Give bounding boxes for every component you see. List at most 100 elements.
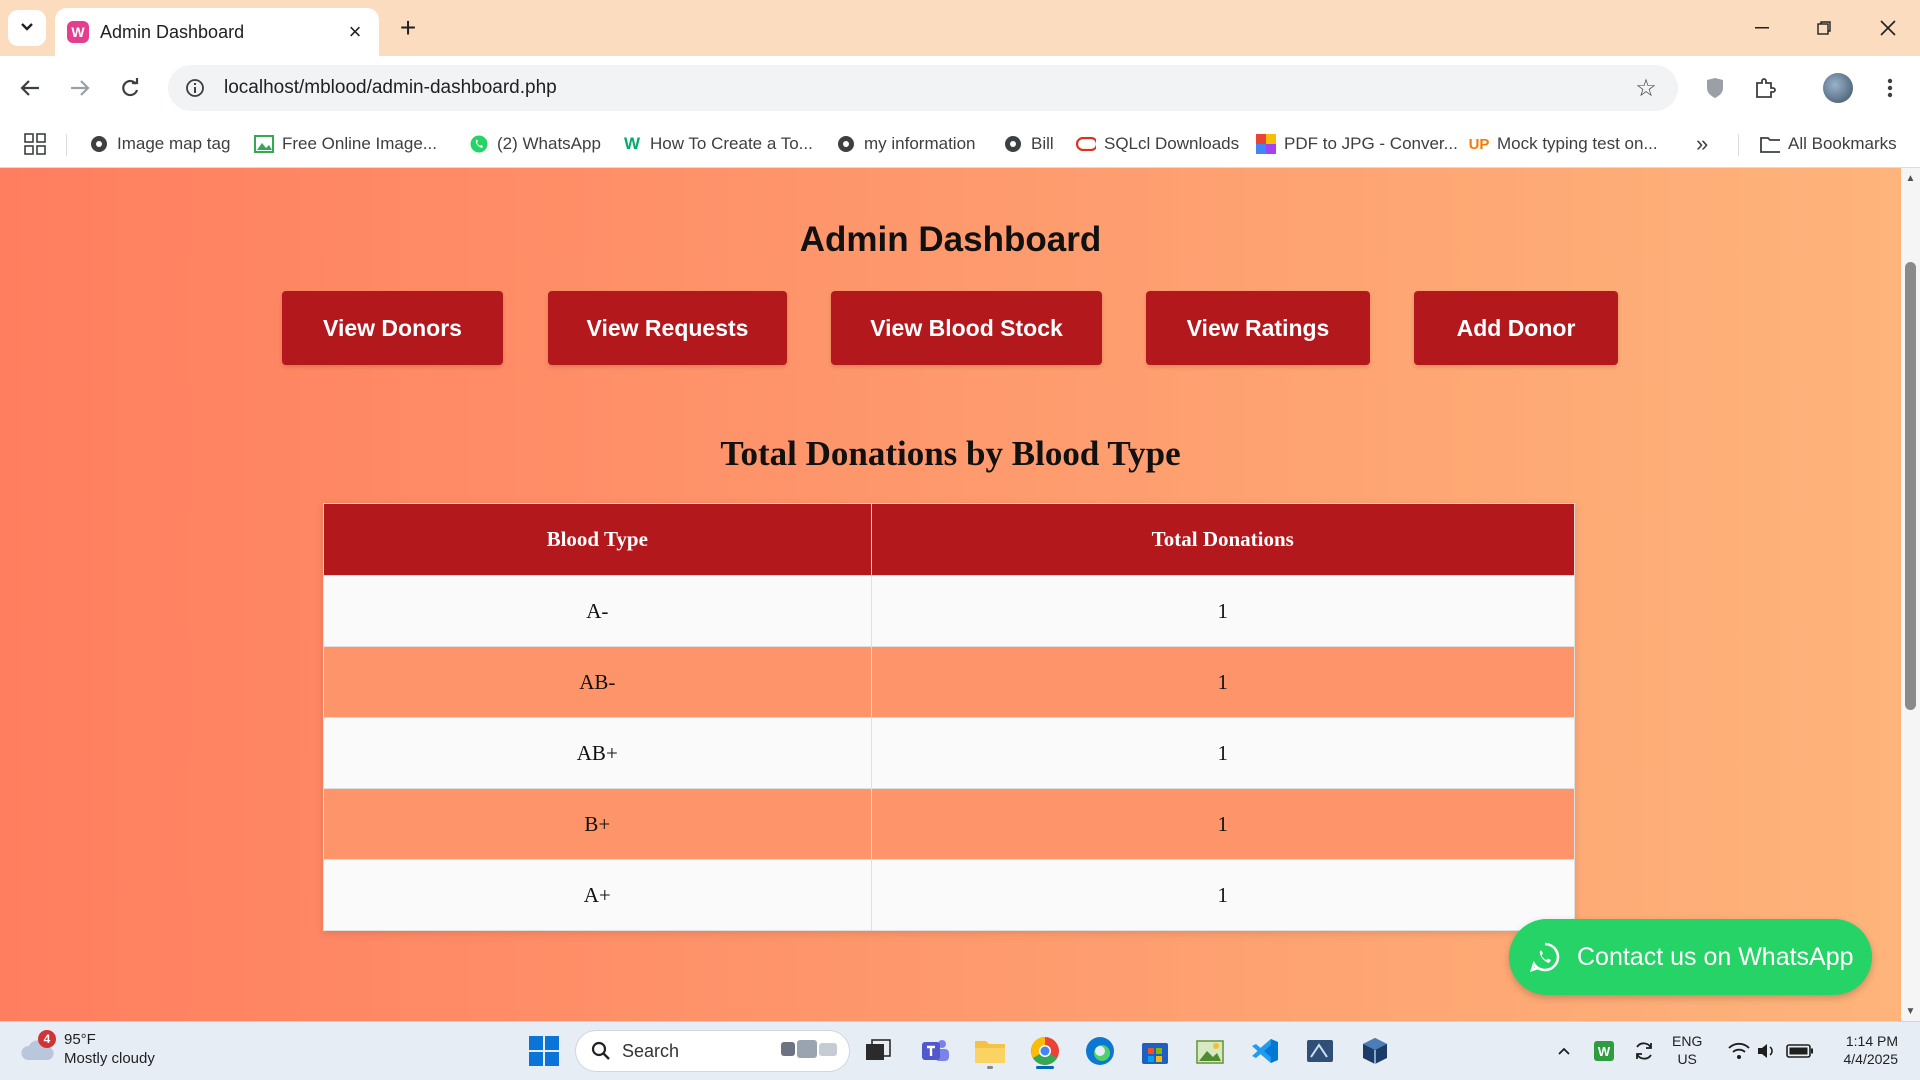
teams-icon[interactable] — [915, 1031, 955, 1071]
image-icon — [254, 134, 274, 154]
bookmark-item[interactable]: PDF to JPG - Conver... — [1256, 130, 1458, 158]
bookmark-item[interactable]: my information — [836, 130, 975, 158]
edge-icon[interactable] — [1080, 1031, 1120, 1071]
language-indicator[interactable]: ENG US — [1672, 1032, 1702, 1068]
new-tab-button[interactable]: + — [392, 12, 424, 44]
site-info-icon[interactable] — [181, 74, 209, 102]
table-row: AB- 1 — [323, 646, 1576, 718]
bookmark-item[interactable]: Bill — [1003, 130, 1054, 158]
view-requests-button[interactable]: View Requests — [548, 291, 787, 365]
bookmark-item[interactable]: UP Mock typing test on... — [1469, 130, 1658, 158]
address-bar[interactable]: localhost/mblood/admin-dashboard.php ☆ — [168, 65, 1678, 111]
extension-shield-icon[interactable] — [1697, 70, 1733, 106]
weather-condition: Mostly cloudy — [64, 1050, 155, 1067]
folder-icon — [1760, 134, 1780, 154]
back-arrow-icon[interactable] — [12, 70, 48, 106]
wifi-icon[interactable] — [1726, 1031, 1752, 1071]
chrome-icon[interactable] — [1025, 1031, 1065, 1071]
windows-taskbar: 4 95°F Mostly cloudy Search W ENG US 1:1… — [0, 1021, 1920, 1080]
vscode-icon[interactable] — [1245, 1031, 1285, 1071]
bookmark-item[interactable]: SQLcl Downloads — [1076, 130, 1239, 158]
bookmark-label: (2) WhatsApp — [497, 134, 601, 153]
taskbar-search[interactable]: Search — [575, 1030, 850, 1072]
all-bookmarks-button[interactable]: All Bookmarks — [1760, 130, 1897, 158]
page-title: Admin Dashboard — [799, 220, 1102, 259]
scroll-down-arrow-icon[interactable]: ▼ — [1901, 1003, 1920, 1019]
blood-type-cell: B+ — [323, 788, 872, 860]
sql-developer-icon[interactable] — [1300, 1031, 1340, 1071]
bookmark-item[interactable]: W How To Create a To... — [622, 130, 813, 158]
active-indicator — [1036, 1066, 1054, 1069]
profile-avatar[interactable] — [1820, 70, 1856, 106]
close-window-icon[interactable] — [1866, 8, 1910, 48]
donation-count-cell: 1 — [870, 788, 1576, 860]
whatsapp-icon — [469, 134, 489, 154]
whatsapp-label: Contact us on WhatsApp — [1577, 942, 1854, 971]
column-header-total-donations: Total Donations — [870, 503, 1576, 576]
windows-start-icon[interactable] — [524, 1031, 564, 1071]
apps-grid-icon[interactable] — [24, 130, 46, 158]
bookmark-label: PDF to JPG - Conver... — [1284, 134, 1458, 153]
blood-type-cell: AB+ — [323, 717, 872, 789]
restore-icon[interactable] — [1802, 8, 1846, 48]
keyboard-layout: US — [1677, 1051, 1697, 1067]
task-view-icon[interactable] — [858, 1031, 898, 1071]
view-donors-button[interactable]: View Donors — [282, 291, 503, 365]
w3-icon: W — [623, 134, 641, 153]
more-bookmarks-chevron-icon[interactable]: » — [1696, 130, 1708, 158]
bookmark-item[interactable]: Free Online Image... — [254, 130, 437, 158]
donation-count-cell: 1 — [870, 717, 1576, 789]
bookmark-item[interactable]: Image map tag — [89, 130, 230, 158]
chevron-down-icon — [20, 19, 34, 37]
forward-arrow-icon[interactable] — [62, 70, 98, 106]
donations-table: Blood Type Total Donations A- 1 AB- 1 AB… — [323, 503, 1576, 931]
tab-title: Admin Dashboard — [100, 21, 245, 42]
language-code: ENG — [1672, 1033, 1703, 1049]
page-viewport: Admin Dashboard View Donors View Request… — [0, 168, 1901, 1021]
table-row: AB+ 1 — [323, 717, 1576, 789]
temperature: 95°F — [64, 1031, 96, 1048]
donation-count-cell: 1 — [870, 859, 1576, 931]
volume-icon[interactable] — [1754, 1031, 1780, 1071]
bookmark-label: Mock typing test on... — [1497, 134, 1658, 153]
bookmark-label: SQLcl Downloads — [1104, 134, 1240, 153]
page-scrollbar[interactable]: ▲ ▼ — [1901, 168, 1920, 1021]
battery-icon[interactable] — [1784, 1031, 1816, 1071]
tab-search-button[interactable] — [8, 10, 46, 46]
donation-count-cell: 1 — [870, 575, 1576, 647]
whatsapp-contact-button[interactable]: Contact us on WhatsApp — [1509, 919, 1872, 995]
bookmark-star-icon[interactable]: ☆ — [1628, 70, 1664, 106]
microsoft-store-icon[interactable] — [1135, 1031, 1175, 1071]
browser-tab[interactable]: W Admin Dashboard × — [55, 8, 379, 56]
bookmark-item[interactable]: (2) WhatsApp — [469, 130, 601, 158]
scroll-thumb[interactable] — [1905, 262, 1916, 710]
blood-type-cell: AB- — [323, 646, 872, 718]
weather-widget[interactable]: 4 95°F Mostly cloudy — [20, 1030, 155, 1068]
more-menu-icon[interactable] — [1872, 70, 1908, 106]
show-hidden-icons-chevron-icon[interactable] — [1552, 1031, 1576, 1071]
url-text[interactable]: localhost/mblood/admin-dashboard.php — [224, 77, 1628, 99]
wamp-tray-icon[interactable]: W — [1590, 1031, 1618, 1071]
tab-strip: W Admin Dashboard × + — [0, 0, 1920, 56]
clock-time: 1:14 PM — [1845, 1033, 1898, 1049]
grid-color-icon — [1256, 134, 1276, 154]
file-explorer-icon[interactable] — [970, 1031, 1010, 1071]
scroll-up-arrow-icon[interactable]: ▲ — [1901, 170, 1920, 186]
minimize-icon[interactable] — [1740, 8, 1784, 48]
view-blood-stock-button[interactable]: View Blood Stock — [831, 291, 1102, 365]
weather-alert-badge: 4 — [38, 1030, 56, 1048]
sync-icon[interactable] — [1630, 1031, 1658, 1071]
image-editor-icon[interactable] — [1190, 1031, 1230, 1071]
browser-toolbar: localhost/mblood/admin-dashboard.php ☆ — [0, 56, 1920, 120]
donation-count-cell: 1 — [870, 646, 1576, 718]
running-indicator — [987, 1066, 993, 1069]
column-header-blood-type: Blood Type — [323, 503, 872, 576]
view-ratings-button[interactable]: View Ratings — [1146, 291, 1370, 365]
clock[interactable]: 1:14 PM 4/4/2025 — [1830, 1032, 1899, 1068]
reload-icon[interactable] — [112, 70, 148, 106]
bookmark-separator — [66, 134, 67, 156]
add-donor-button[interactable]: Add Donor — [1414, 291, 1618, 365]
extensions-puzzle-icon[interactable] — [1747, 70, 1783, 106]
close-tab-icon[interactable]: × — [343, 19, 367, 44]
virtualbox-icon[interactable] — [1355, 1031, 1395, 1071]
